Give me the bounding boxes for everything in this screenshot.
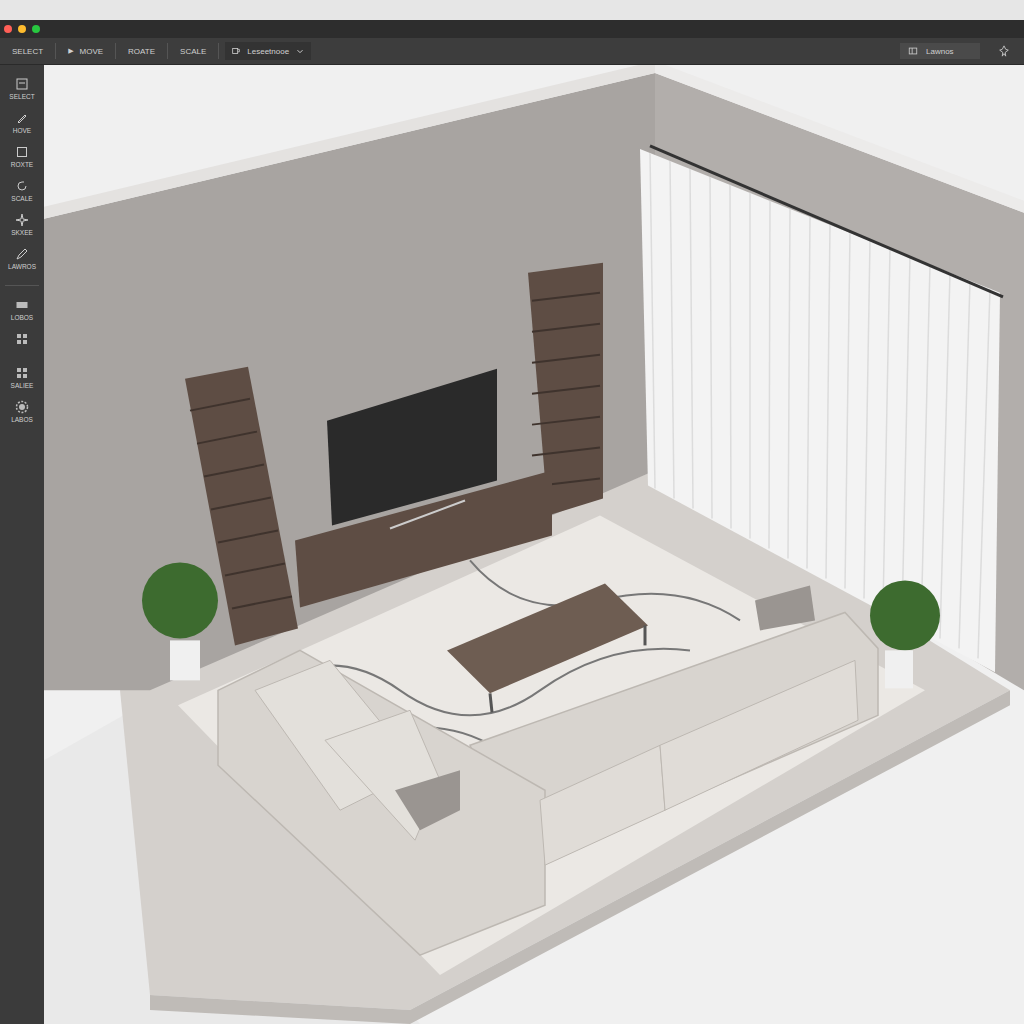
gear-icon xyxy=(15,400,29,414)
sidebar: SELECT HOVE ROXTE SCALE SKXEE LAWROS LOB… xyxy=(0,65,44,1024)
select-icon xyxy=(15,77,29,91)
sidebar-separator xyxy=(5,285,39,286)
close-button[interactable] xyxy=(4,25,12,33)
toolbar-tool[interactable]: ROATE xyxy=(122,47,161,56)
toolbar-divider xyxy=(115,43,116,59)
title-bar xyxy=(0,20,1024,38)
sidebar-asset[interactable] xyxy=(15,332,29,358)
sectional-sofa[interactable] xyxy=(218,585,878,955)
rotate-icon xyxy=(15,179,29,193)
cup-icon xyxy=(231,46,241,56)
sidebar-tool[interactable]: SKXEE xyxy=(11,213,33,239)
chevron-down-icon xyxy=(295,46,305,56)
toolbar-tool[interactable]: ▶ MOVE xyxy=(62,47,109,56)
layers-button[interactable]: Lawnos xyxy=(900,43,980,59)
panel-icon xyxy=(908,46,918,56)
sidebar-tool[interactable]: LAWROS xyxy=(8,247,36,273)
sidebar-tool[interactable]: HOVE xyxy=(13,111,31,137)
toolbar-tool[interactable]: SELECT xyxy=(6,47,49,56)
rug[interactable] xyxy=(178,516,925,976)
curtain-rod xyxy=(650,146,1003,297)
top-strip xyxy=(0,0,1024,20)
sidebar-asset[interactable]: LOBOS xyxy=(11,298,33,324)
room-render xyxy=(44,65,1024,1024)
rect-icon xyxy=(15,298,29,312)
pencil-icon xyxy=(15,111,29,125)
toolbar-divider xyxy=(55,43,56,59)
square-icon xyxy=(15,145,29,159)
sidebar-tool[interactable]: SCALE xyxy=(11,179,32,205)
zoom-button[interactable] xyxy=(32,25,40,33)
sidebar-tool[interactable]: SELECT xyxy=(9,77,34,103)
minimize-button[interactable] xyxy=(18,25,26,33)
play-icon: ▶ xyxy=(68,47,73,55)
app-window: SELECT ▶ MOVE ROATE SCALE Leseetnooe Law… xyxy=(0,0,1024,1024)
grid-icon xyxy=(15,366,29,380)
toolbar-divider xyxy=(218,43,219,59)
sidebar-asset[interactable]: SALIEE xyxy=(11,366,34,392)
toolbar-tool[interactable]: SCALE xyxy=(174,47,212,56)
scene-dropdown[interactable]: Leseetnooe xyxy=(225,42,311,60)
toolbar: SELECT ▶ MOVE ROATE SCALE Leseetnooe Law… xyxy=(0,38,1024,65)
plant-left[interactable] xyxy=(142,562,218,680)
pen-icon xyxy=(15,247,29,261)
sidebar-asset[interactable]: LABOS xyxy=(11,400,33,426)
grid-icon xyxy=(15,332,29,346)
sidebar-tool[interactable]: ROXTE xyxy=(11,145,33,171)
coffee-table[interactable] xyxy=(447,583,648,693)
tv[interactable] xyxy=(327,369,497,526)
plant-right[interactable] xyxy=(870,580,940,688)
pin-icon[interactable] xyxy=(998,45,1010,57)
sparkle-icon xyxy=(15,213,29,227)
viewport[interactable] xyxy=(44,65,1024,1024)
toolbar-divider xyxy=(167,43,168,59)
